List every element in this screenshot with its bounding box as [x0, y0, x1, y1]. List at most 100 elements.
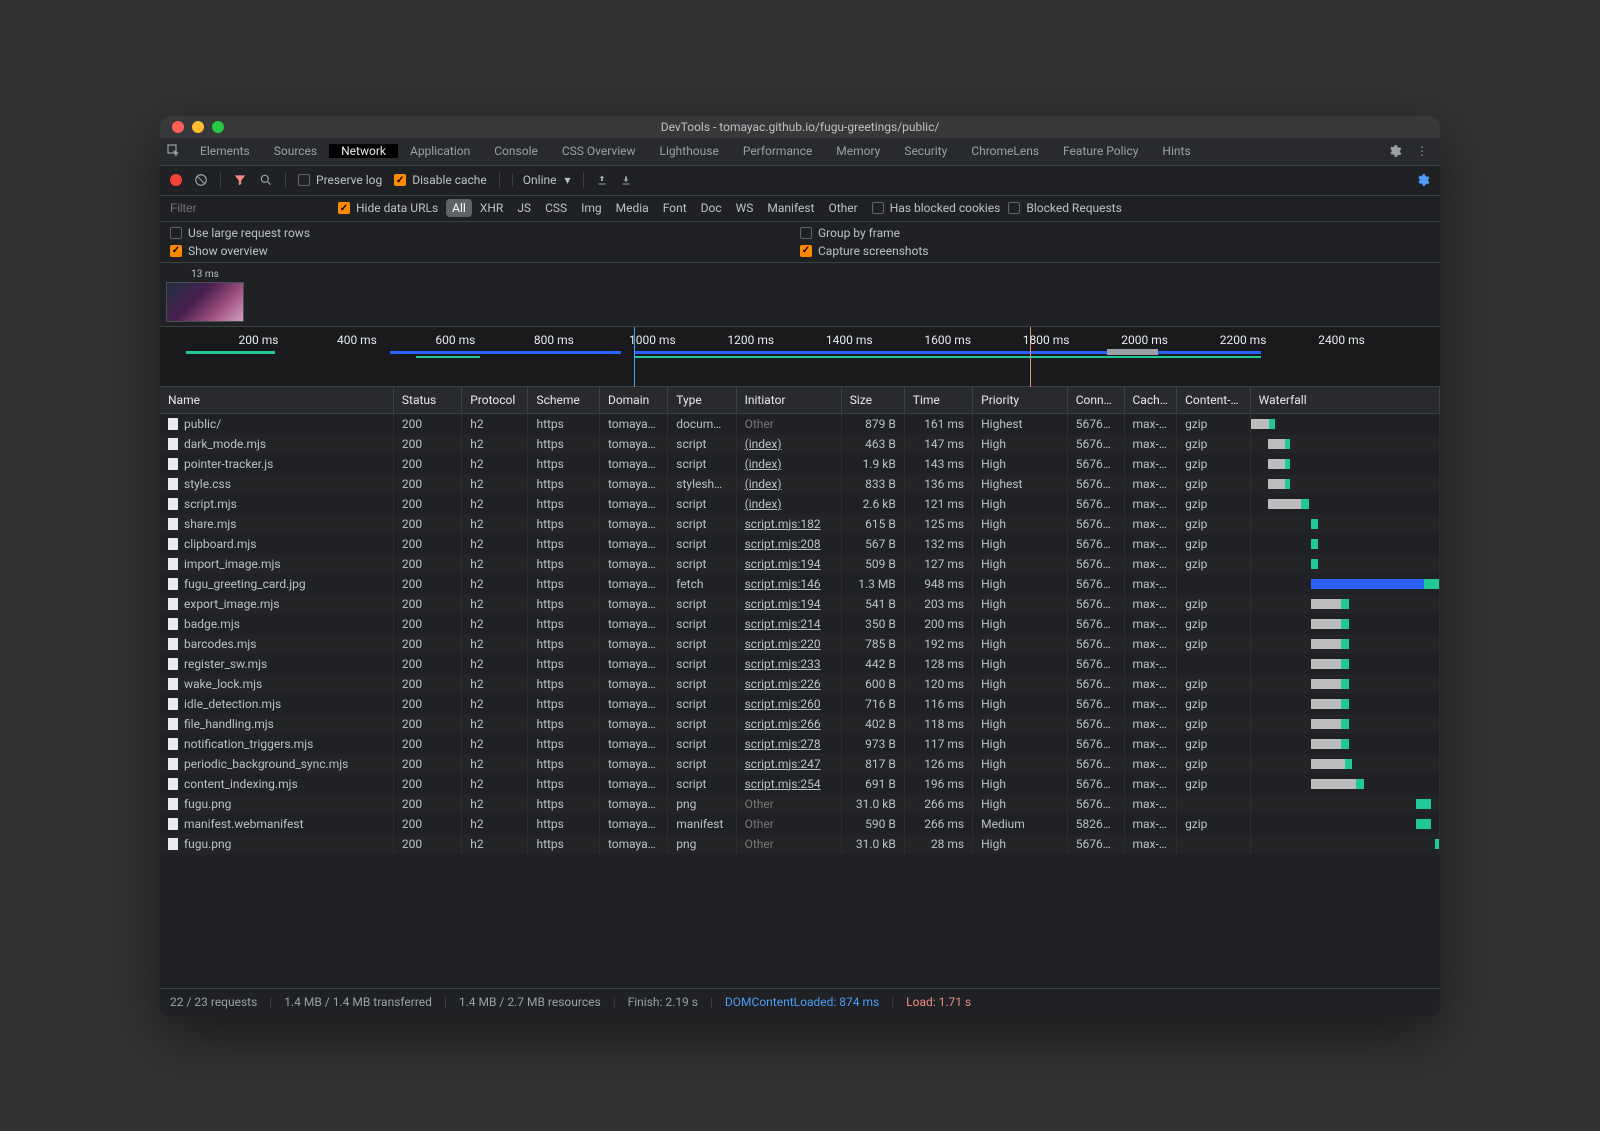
initiator-link[interactable]: script.mjs:182 [745, 517, 821, 531]
filter-icon[interactable] [233, 173, 247, 187]
initiator-link[interactable]: script.mjs:278 [745, 737, 821, 751]
use-large-rows-checkbox[interactable]: Use large request rows [170, 226, 800, 240]
type-filter-ws[interactable]: WS [730, 199, 760, 217]
initiator-link[interactable]: script.mjs:254 [745, 777, 821, 791]
group-by-frame-checkbox[interactable]: Group by frame [800, 226, 1430, 240]
column-header[interactable]: Priority [973, 387, 1068, 414]
initiator-link[interactable]: script.mjs:146 [745, 577, 821, 591]
requests-table[interactable]: NameStatusProtocolSchemeDomainTypeInitia… [160, 387, 1440, 988]
table-row[interactable]: style.css200h2httpstomayac…stylesheet(in… [160, 474, 1440, 494]
record-button[interactable] [170, 174, 182, 186]
table-row[interactable]: wake_lock.mjs200h2httpstomayac…scriptscr… [160, 674, 1440, 694]
initiator-link[interactable]: script.mjs:208 [745, 537, 821, 551]
type-filter-js[interactable]: JS [511, 199, 537, 217]
table-row[interactable]: fugu_greeting_card.jpg200h2httpstomayac…… [160, 574, 1440, 594]
table-row[interactable]: public/200h2httpstomayac…documentOther87… [160, 413, 1440, 434]
upload-har-icon[interactable] [596, 174, 608, 186]
column-header[interactable]: Name [160, 387, 393, 414]
titlebar[interactable]: DevTools - tomayac.github.io/fugu-greeti… [160, 116, 1440, 138]
filter-input[interactable] [170, 201, 330, 215]
hide-data-urls-checkbox[interactable]: ✓Hide data URLs [338, 201, 438, 215]
throttling-select[interactable]: Online ▾ [512, 173, 571, 187]
table-row[interactable]: file_handling.mjs200h2httpstomayac…scrip… [160, 714, 1440, 734]
table-row[interactable]: dark_mode.mjs200h2httpstomayac…script(in… [160, 434, 1440, 454]
tab-css-overview[interactable]: CSS Overview [550, 144, 648, 158]
table-row[interactable]: notification_triggers.mjs200h2httpstomay… [160, 734, 1440, 754]
initiator-link[interactable]: script.mjs:194 [745, 557, 821, 571]
tab-console[interactable]: Console [482, 144, 550, 158]
search-icon[interactable] [259, 173, 273, 187]
type-filter-all[interactable]: All [446, 199, 472, 217]
table-row[interactable]: fugu.png200h2httpstomayac…pngOther31.0 k… [160, 834, 1440, 854]
tab-sources[interactable]: Sources [262, 144, 329, 158]
initiator-link[interactable]: (index) [745, 497, 782, 511]
table-row[interactable]: badge.mjs200h2httpstomayac…scriptscript.… [160, 614, 1440, 634]
tab-feature-policy[interactable]: Feature Policy [1051, 144, 1150, 158]
initiator-link[interactable]: script.mjs:226 [745, 677, 821, 691]
type-filter-img[interactable]: Img [575, 199, 608, 217]
initiator-link[interactable]: (index) [745, 437, 782, 451]
column-header[interactable]: Time [904, 387, 972, 414]
column-header[interactable]: Cach… [1124, 387, 1177, 414]
initiator-link[interactable]: script.mjs:220 [745, 637, 821, 651]
table-row[interactable]: content_indexing.mjs200h2httpstomayac…sc… [160, 774, 1440, 794]
screenshot-thumbnail[interactable] [166, 282, 244, 322]
column-header[interactable]: Content-… [1177, 387, 1251, 414]
column-header[interactable]: Scheme [528, 387, 599, 414]
column-header[interactable]: Waterfall [1250, 387, 1439, 414]
column-header[interactable]: Size [841, 387, 904, 414]
tab-hints[interactable]: Hints [1150, 144, 1202, 158]
tab-elements[interactable]: Elements [188, 144, 262, 158]
column-header[interactable]: Conne… [1067, 387, 1124, 414]
table-row[interactable]: share.mjs200h2httpstomayac…scriptscript.… [160, 514, 1440, 534]
preserve-log-checkbox[interactable]: Preserve log [298, 173, 382, 187]
more-icon[interactable]: ⋮ [1416, 144, 1428, 158]
type-filter-media[interactable]: Media [610, 199, 655, 217]
inspect-icon[interactable] [160, 144, 188, 158]
type-filter-css[interactable]: CSS [539, 199, 573, 217]
table-row[interactable]: periodic_background_sync.mjs200h2httpsto… [160, 754, 1440, 774]
type-filter-font[interactable]: Font [657, 199, 693, 217]
disable-cache-checkbox[interactable]: ✓Disable cache [394, 173, 487, 187]
table-row[interactable]: export_image.mjs200h2httpstomayac…script… [160, 594, 1440, 614]
initiator-link[interactable]: script.mjs:214 [745, 617, 821, 631]
type-filter-doc[interactable]: Doc [695, 199, 728, 217]
tab-lighthouse[interactable]: Lighthouse [648, 144, 731, 158]
table-row[interactable]: pointer-tracker.js200h2httpstomayac…scri… [160, 454, 1440, 474]
initiator-link[interactable]: script.mjs:247 [745, 757, 821, 771]
table-row[interactable]: idle_detection.mjs200h2httpstomayac…scri… [160, 694, 1440, 714]
tab-application[interactable]: Application [398, 144, 482, 158]
capture-screenshots-checkbox[interactable]: ✓Capture screenshots [800, 244, 1430, 258]
has-blocked-cookies-checkbox[interactable]: Has blocked cookies [872, 201, 1001, 215]
table-row[interactable]: clipboard.mjs200h2httpstomayac…scriptscr… [160, 534, 1440, 554]
clear-button[interactable] [194, 173, 208, 187]
column-header[interactable]: Type [668, 387, 736, 414]
initiator-link[interactable]: script.mjs:266 [745, 717, 821, 731]
initiator-link[interactable]: (index) [745, 457, 782, 471]
tab-memory[interactable]: Memory [824, 144, 892, 158]
blocked-requests-checkbox[interactable]: Blocked Requests [1008, 201, 1121, 215]
table-row[interactable]: fugu.png200h2httpstomayac…pngOther31.0 k… [160, 794, 1440, 814]
table-row[interactable]: import_image.mjs200h2httpstomayac…script… [160, 554, 1440, 574]
show-overview-checkbox[interactable]: ✓Show overview [170, 244, 800, 258]
table-row[interactable]: script.mjs200h2httpstomayac…script(index… [160, 494, 1440, 514]
column-header[interactable]: Initiator [736, 387, 841, 414]
table-row[interactable]: barcodes.mjs200h2httpstomayac…scriptscri… [160, 634, 1440, 654]
column-header[interactable]: Status [393, 387, 461, 414]
type-filter-xhr[interactable]: XHR [474, 199, 509, 217]
initiator-link[interactable]: script.mjs:233 [745, 657, 821, 671]
table-row[interactable]: register_sw.mjs200h2httpstomayac…scripts… [160, 654, 1440, 674]
table-row[interactable]: manifest.webmanifest200h2httpstomayac…ma… [160, 814, 1440, 834]
settings-icon[interactable] [1388, 144, 1402, 158]
initiator-link[interactable]: script.mjs:260 [745, 697, 821, 711]
type-filter-other[interactable]: Other [822, 199, 863, 217]
initiator-link[interactable]: (index) [745, 477, 782, 491]
network-settings-icon[interactable] [1416, 173, 1430, 187]
overview-timeline[interactable]: 200 ms400 ms600 ms800 ms1000 ms1200 ms14… [160, 327, 1440, 387]
type-filter-manifest[interactable]: Manifest [761, 199, 820, 217]
download-har-icon[interactable] [620, 174, 632, 186]
initiator-link[interactable]: script.mjs:194 [745, 597, 821, 611]
tab-network[interactable]: Network [329, 144, 398, 158]
column-header[interactable]: Domain [599, 387, 667, 414]
tab-performance[interactable]: Performance [731, 144, 824, 158]
